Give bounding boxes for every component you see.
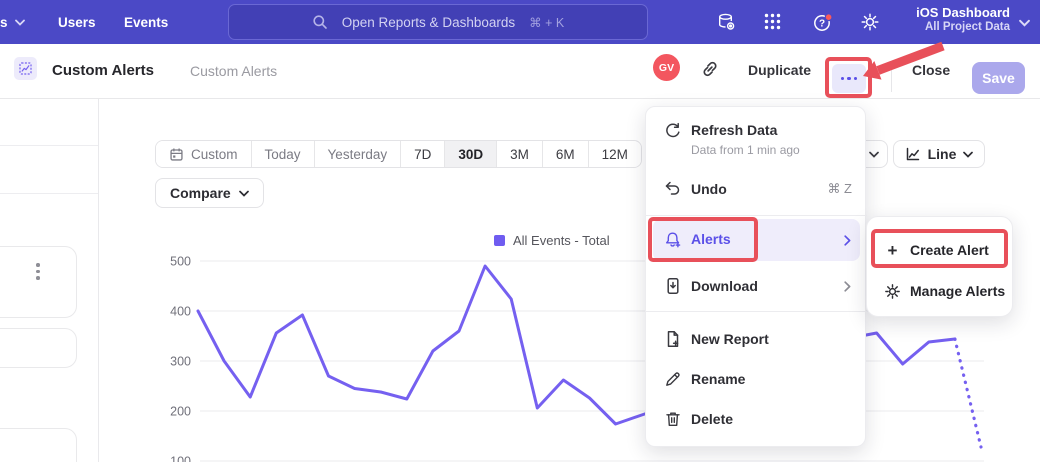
svg-text:100: 100 xyxy=(170,455,191,462)
range-yesterday[interactable]: Yesterday xyxy=(315,141,402,167)
range-7d[interactable]: 7D xyxy=(401,141,445,167)
menu-item-refresh-data[interactable]: Refresh Data Data from 1 min ago xyxy=(646,113,867,165)
range-3m[interactable]: 3M xyxy=(497,141,543,167)
chevron-down-icon xyxy=(1019,19,1030,27)
calendar-icon xyxy=(169,147,184,162)
chevron-down-icon xyxy=(239,190,249,197)
compare-button[interactable]: Compare xyxy=(155,178,264,208)
search-icon xyxy=(312,14,328,30)
svg-text:200: 200 xyxy=(170,405,191,419)
download-icon xyxy=(664,277,682,295)
legend-item[interactable]: All Events - Total xyxy=(494,233,610,248)
help-icon[interactable]: ? xyxy=(812,12,832,32)
plus-icon: + xyxy=(884,242,901,259)
top-nav: s Users Events Open Reports & Dashboards… xyxy=(0,0,1040,44)
header-divider xyxy=(891,65,892,92)
chevron-down-icon xyxy=(963,151,973,158)
trash-icon xyxy=(664,410,682,428)
nav-boards-partial[interactable]: s xyxy=(0,0,25,44)
project-switcher[interactable]: iOS Dashboard All Project Data xyxy=(916,5,1010,33)
svg-text:300: 300 xyxy=(170,355,191,369)
svg-text:500: 500 xyxy=(170,255,191,269)
chevron-down-icon xyxy=(15,19,25,26)
data-management-icon[interactable] xyxy=(716,12,736,32)
date-range-control: Custom Today Yesterday 7D 30D 3M 6M 12M xyxy=(155,140,642,168)
report-header: Custom Alerts Custom Alerts GV Duplicate… xyxy=(0,44,1040,99)
chart-type-button[interactable]: Line xyxy=(893,140,985,168)
save-button[interactable]: Save xyxy=(972,62,1025,94)
chevron-down-icon xyxy=(869,151,879,158)
line-chart-icon xyxy=(905,146,921,162)
menu-divider xyxy=(646,311,867,312)
gear-icon xyxy=(884,283,901,300)
bell-plus-icon xyxy=(664,231,682,249)
nav-item-users[interactable]: Users xyxy=(58,0,96,44)
menu-item-rename[interactable]: Rename xyxy=(646,359,867,399)
alerts-submenu: + Create Alert Manage Alerts xyxy=(866,216,1013,317)
new-report-icon xyxy=(664,330,682,348)
range-today[interactable]: Today xyxy=(252,141,315,167)
range-custom[interactable]: Custom xyxy=(156,141,252,167)
chevron-right-icon xyxy=(844,281,851,292)
nav-item-events[interactable]: Events xyxy=(124,0,168,44)
search-shortcut: ⌘ + K xyxy=(529,15,564,30)
refresh-icon xyxy=(664,122,682,140)
page-title: Custom Alerts xyxy=(52,62,154,79)
more-options-button[interactable] xyxy=(832,64,866,93)
menu-item-delete[interactable]: Delete xyxy=(646,399,867,439)
duplicate-button[interactable]: Duplicate xyxy=(748,62,811,78)
menu-divider xyxy=(646,215,867,216)
pencil-icon xyxy=(664,370,682,388)
shortcut-label: ⌘ Z xyxy=(827,181,852,197)
menu-item-new-report[interactable]: New Report xyxy=(646,319,867,359)
apps-grid-icon[interactable] xyxy=(763,12,783,32)
range-12m[interactable]: 12M xyxy=(589,141,641,167)
search-placeholder: Open Reports & Dashboards xyxy=(342,15,515,30)
more-options-menu: Refresh Data Data from 1 min ago Undo ⌘ … xyxy=(645,106,866,447)
submenu-item-manage-alerts[interactable]: Manage Alerts xyxy=(867,273,1014,309)
submenu-item-create-alert[interactable]: + Create Alert xyxy=(867,232,1014,268)
report-type-icon[interactable] xyxy=(14,57,37,80)
menu-item-download[interactable]: Download xyxy=(646,265,867,307)
project-name: iOS Dashboard xyxy=(916,5,1010,20)
search-input[interactable]: Open Reports & Dashboards ⌘ + K xyxy=(228,4,648,40)
range-6m[interactable]: 6M xyxy=(543,141,589,167)
project-scope: All Project Data xyxy=(916,21,1010,33)
svg-text:400: 400 xyxy=(170,305,191,319)
undo-icon xyxy=(664,180,682,198)
menu-item-undo[interactable]: Undo ⌘ Z xyxy=(646,169,867,209)
share-link-icon[interactable] xyxy=(700,59,720,79)
chevron-right-icon xyxy=(844,235,851,246)
range-30d[interactable]: 30D xyxy=(445,141,497,167)
legend-swatch xyxy=(494,235,505,246)
page-subtitle: Custom Alerts xyxy=(190,63,277,79)
avatar[interactable]: GV xyxy=(653,54,680,81)
settings-gear-icon[interactable] xyxy=(860,12,880,32)
legend-label: All Events - Total xyxy=(513,233,610,248)
menu-highlight xyxy=(653,219,860,261)
close-button[interactable]: Close xyxy=(912,62,950,78)
menu-item-alerts[interactable]: Alerts xyxy=(646,219,867,261)
svg-text:?: ? xyxy=(819,19,825,30)
app-window: 500 400 300 200 100 All Events - Total Custo… xyxy=(0,0,1040,462)
